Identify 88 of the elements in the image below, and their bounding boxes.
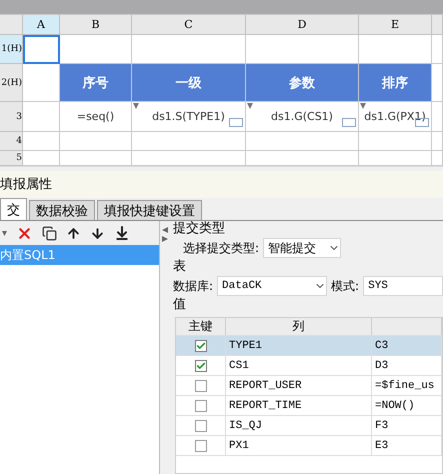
checkbox[interactable] — [194, 360, 206, 372]
row-header[interactable]: 2(H) — [0, 64, 23, 102]
table-row[interactable]: TYPE1 C3 — [176, 336, 442, 356]
field-label: 数据库: — [173, 278, 214, 294]
cell-widget-icon — [342, 118, 356, 127]
grid-cell[interactable] — [359, 151, 432, 166]
checkbox[interactable] — [194, 400, 206, 412]
tab[interactable]: 填报快捷键设置 — [97, 200, 202, 220]
grid-cell[interactable] — [132, 132, 246, 151]
selected-cell[interactable] — [23, 35, 60, 64]
grid-cell[interactable] — [60, 35, 132, 64]
table-cell: TYPE1 — [229, 340, 262, 352]
arrow-down-icon[interactable] — [90, 226, 105, 240]
grid-cell[interactable] — [432, 64, 443, 102]
table-cell: PX1 — [229, 440, 249, 452]
checkbox[interactable] — [194, 340, 206, 352]
collapse-icon[interactable] — [162, 227, 168, 233]
grid-cell[interactable] — [23, 64, 60, 102]
table-cell: CS1 — [229, 360, 249, 372]
header-cell: 参数 — [246, 64, 359, 102]
grid-cell[interactable] — [246, 132, 359, 151]
table-row[interactable]: CS1 D3 — [176, 356, 442, 376]
table-cell: =NOW() — [375, 400, 415, 412]
grid-cell[interactable] — [246, 35, 359, 64]
formula-cell: ds1.G(CS1) — [246, 102, 359, 132]
table-row[interactable]: PX1 E3 — [176, 436, 442, 456]
formula-cell: ds1.S(TYPE1) — [132, 102, 246, 132]
table-cell: F3 — [375, 420, 388, 432]
grid-cell[interactable] — [432, 35, 443, 64]
table-cell: REPORT_TIME — [229, 400, 302, 412]
expand-icon[interactable] — [162, 236, 168, 242]
formula-cell: ds1.G(PX1) — [359, 102, 432, 132]
section-title: 提交类型 — [173, 221, 226, 237]
grid-cell[interactable] — [432, 102, 443, 132]
grid-cell[interactable] — [23, 132, 60, 151]
column-header[interactable]: B — [60, 15, 132, 35]
grid-cell[interactable] — [432, 151, 443, 166]
checkbox[interactable] — [194, 420, 206, 432]
row-header[interactable]: 4 — [0, 132, 23, 151]
schema-field[interactable]: SYS — [363, 276, 443, 296]
tab[interactable]: 数据校验 — [29, 200, 95, 220]
table-row[interactable]: REPORT_TIME =NOW() — [176, 396, 442, 416]
column-header: 列 — [226, 318, 372, 335]
table-cell: E3 — [375, 440, 388, 452]
grid-cell[interactable] — [23, 151, 60, 166]
column-header[interactable] — [432, 15, 443, 35]
row-header[interactable]: 3 — [0, 102, 23, 132]
field-label: 模式: — [331, 278, 360, 294]
section-title: 表 — [173, 259, 187, 275]
checkbox[interactable] — [194, 380, 206, 392]
table-cell: D3 — [375, 360, 388, 372]
table-row[interactable]: IS_QJ F3 — [176, 416, 442, 436]
grid-cell[interactable] — [132, 151, 246, 166]
formula-cell: =seq() — [60, 102, 132, 132]
copy-icon[interactable] — [42, 226, 57, 240]
panel-title: 填报属性 — [0, 177, 52, 192]
table-cell: =$fine_us — [375, 380, 434, 392]
grid-cell[interactable] — [60, 132, 132, 151]
header-cell: 序号 — [60, 64, 132, 102]
grid-cell[interactable] — [359, 132, 432, 151]
grid-cell[interactable] — [246, 151, 359, 166]
submit-type-dropdown[interactable]: 智能提交 — [263, 238, 342, 258]
header-cell: 排序 — [359, 64, 432, 102]
table-cell: REPORT_USER — [229, 380, 302, 392]
column-header[interactable]: C — [132, 15, 246, 35]
table-cell: IS_QJ — [229, 420, 262, 432]
table-row[interactable]: REPORT_USER =$fine_us — [176, 376, 442, 396]
table-cell: C3 — [375, 340, 388, 352]
grid-cell[interactable] — [60, 151, 132, 166]
column-header[interactable]: D — [246, 15, 359, 35]
cell-widget-icon — [229, 118, 243, 127]
column-header[interactable]: A — [23, 15, 60, 35]
database-dropdown[interactable]: DataCK — [217, 276, 328, 296]
row-header[interactable]: 1(H) — [0, 35, 23, 64]
grid-cell[interactable] — [359, 35, 432, 64]
row-header[interactable]: 5 — [0, 151, 23, 166]
tab[interactable]: 交 — [0, 198, 27, 220]
caret-icon[interactable] — [2, 230, 7, 236]
field-label: 选择提交类型: — [183, 240, 260, 256]
column-header[interactable]: E — [359, 15, 432, 35]
column-header: 主键 — [176, 318, 226, 335]
header-cell: 一级 — [132, 64, 246, 102]
grid-cell[interactable] — [132, 35, 246, 64]
grid-cell[interactable] — [23, 102, 60, 132]
grid-cell[interactable] — [432, 132, 443, 151]
section-title: 值 — [173, 297, 187, 313]
move-bottom-icon[interactable] — [114, 225, 130, 241]
checkbox[interactable] — [194, 440, 206, 452]
